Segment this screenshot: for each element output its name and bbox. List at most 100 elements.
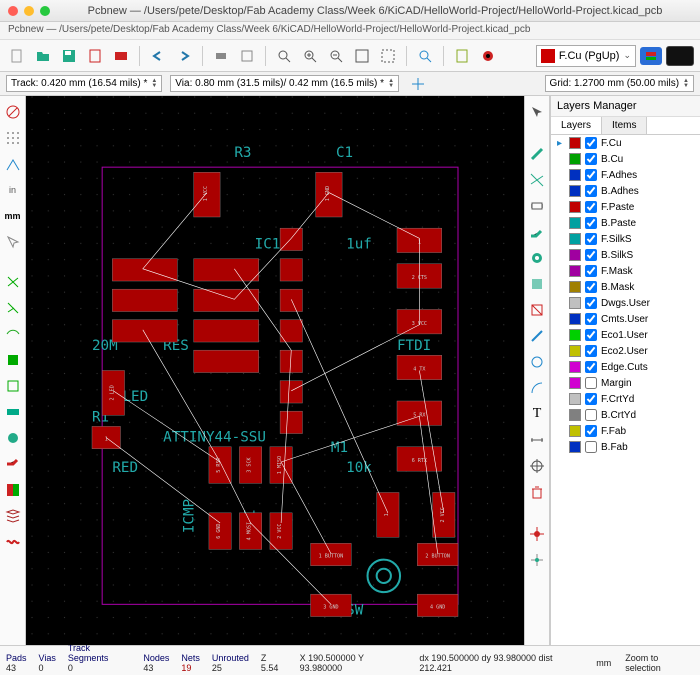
layer-visibility-checkbox[interactable] xyxy=(585,345,597,357)
add-arc-icon[interactable] xyxy=(527,378,547,398)
layer-visibility-checkbox[interactable] xyxy=(585,361,597,373)
layer-row[interactable]: F.Adhes xyxy=(551,167,700,183)
layer-row[interactable]: B.CrtYd xyxy=(551,407,700,423)
tab-items[interactable]: Items xyxy=(602,117,647,134)
layer-visibility-checkbox[interactable] xyxy=(585,265,597,277)
layer-row[interactable]: B.Mask xyxy=(551,279,700,295)
show-zone-outlines-icon[interactable] xyxy=(3,376,23,396)
high-contrast-icon[interactable] xyxy=(3,480,23,500)
find-icon[interactable] xyxy=(414,45,436,67)
add-via-icon[interactable] xyxy=(527,248,547,268)
grid-toggle-icon[interactable] xyxy=(3,128,23,148)
add-zone-icon[interactable] xyxy=(527,274,547,294)
plot-icon[interactable] xyxy=(236,45,258,67)
units-in-icon[interactable]: in xyxy=(3,180,23,200)
maximize-icon[interactable] xyxy=(40,6,50,16)
netlist-icon[interactable] xyxy=(451,45,473,67)
no-tool-icon[interactable] xyxy=(3,102,23,122)
zoom-redraw-icon[interactable] xyxy=(273,45,295,67)
layer-selector[interactable]: F.Cu (PgUp) ⌄ xyxy=(536,45,636,67)
layer-visibility-checkbox[interactable] xyxy=(585,441,597,453)
track-fill-icon[interactable] xyxy=(3,454,23,474)
via-size-select[interactable]: Via: 0.80 mm (31.5 mils)/ 0.42 mm (16.5 … xyxy=(170,75,399,92)
layer-row[interactable]: F.Mask xyxy=(551,263,700,279)
select-tool-icon[interactable] xyxy=(527,102,547,122)
layer-visibility-checkbox[interactable] xyxy=(585,201,597,213)
layer-visibility-checkbox[interactable] xyxy=(585,153,597,165)
layer-row[interactable]: B.Cu xyxy=(551,151,700,167)
layer-visibility-checkbox[interactable] xyxy=(585,249,597,261)
add-keepout-icon[interactable] xyxy=(527,300,547,320)
layer-visibility-checkbox[interactable] xyxy=(585,233,597,245)
pad-fill-icon[interactable] xyxy=(3,402,23,422)
delete-icon[interactable] xyxy=(527,482,547,502)
ratsnest-toggle-icon[interactable] xyxy=(3,272,23,292)
layer-row[interactable]: ▸F.Cu xyxy=(551,135,700,151)
route-track-icon[interactable] xyxy=(527,222,547,242)
minimize-icon[interactable] xyxy=(24,6,34,16)
layer-row[interactable]: Dwgs.User xyxy=(551,295,700,311)
open-icon[interactable] xyxy=(32,45,54,67)
layer-row[interactable]: Margin xyxy=(551,375,700,391)
add-target-icon[interactable] xyxy=(527,456,547,476)
set-origin-icon[interactable] xyxy=(527,524,547,544)
zoom-in-icon[interactable] xyxy=(299,45,321,67)
highlight-net-icon[interactable] xyxy=(527,144,547,164)
layer-visibility-checkbox[interactable] xyxy=(585,281,597,293)
auto-track-icon[interactable] xyxy=(407,73,429,95)
local-ratsnest-icon[interactable] xyxy=(527,170,547,190)
add-line-icon[interactable] xyxy=(527,326,547,346)
layer-visibility-checkbox[interactable] xyxy=(585,217,597,229)
layer-row[interactable]: B.Fab xyxy=(551,439,700,455)
layer-visibility-checkbox[interactable] xyxy=(585,137,597,149)
save-icon[interactable] xyxy=(58,45,80,67)
close-icon[interactable] xyxy=(8,6,18,16)
new-icon[interactable] xyxy=(6,45,28,67)
layer-row[interactable]: Cmts.User xyxy=(551,311,700,327)
tab-layers[interactable]: Layers xyxy=(551,117,602,134)
print-icon[interactable] xyxy=(210,45,232,67)
layer-visibility-checkbox[interactable] xyxy=(585,329,597,341)
add-footprint-icon[interactable] xyxy=(527,196,547,216)
page-settings-icon[interactable] xyxy=(84,45,106,67)
layer-visibility-checkbox[interactable] xyxy=(585,409,597,421)
layer-row[interactable]: Edge.Cuts xyxy=(551,359,700,375)
pcb-canvas[interactable]: R3 C1 IC1 1uf 20M RES LED D1 ATTINY44-SS… xyxy=(26,96,524,645)
layer-row[interactable]: F.SilkS xyxy=(551,231,700,247)
grid-select[interactable]: Grid: 1.2700 mm (50.00 mils) ▲▼ xyxy=(545,75,694,92)
layer-visibility-checkbox[interactable] xyxy=(585,393,597,405)
layers-palette-icon[interactable] xyxy=(3,506,23,526)
cursor-shape-icon[interactable] xyxy=(3,232,23,252)
show-filled-zones-icon[interactable] xyxy=(3,350,23,370)
zoom-selection-icon[interactable] xyxy=(377,45,399,67)
zoom-out-icon[interactable] xyxy=(325,45,347,67)
layer-visibility-checkbox[interactable] xyxy=(585,313,597,325)
layer-pair-icon[interactable] xyxy=(640,47,662,65)
layer-row[interactable]: B.Adhes xyxy=(551,183,700,199)
ratsnest-module-icon[interactable] xyxy=(3,298,23,318)
3d-viewer-icon[interactable] xyxy=(666,46,694,66)
auto-delete-track-icon[interactable] xyxy=(3,324,23,344)
layer-row[interactable]: F.Fab xyxy=(551,423,700,439)
track-width-select[interactable]: Track: 0.420 mm (16.54 mils) * ▲▼ xyxy=(6,75,162,92)
zoom-fit-icon[interactable] xyxy=(351,45,373,67)
polar-coord-icon[interactable] xyxy=(3,154,23,174)
layer-row[interactable]: Eco1.User xyxy=(551,327,700,343)
layer-row[interactable]: F.CrtYd xyxy=(551,391,700,407)
module-editor-icon[interactable] xyxy=(110,45,132,67)
layer-visibility-checkbox[interactable] xyxy=(585,297,597,309)
undo-icon[interactable] xyxy=(147,45,169,67)
layer-row[interactable]: B.Paste xyxy=(551,215,700,231)
via-fill-icon[interactable] xyxy=(3,428,23,448)
layer-visibility-checkbox[interactable] xyxy=(585,377,597,389)
drc-icon[interactable] xyxy=(477,45,499,67)
layer-visibility-checkbox[interactable] xyxy=(585,425,597,437)
add-circle-icon[interactable] xyxy=(527,352,547,372)
layer-visibility-checkbox[interactable] xyxy=(585,185,597,197)
redo-icon[interactable] xyxy=(173,45,195,67)
add-text-icon[interactable]: T xyxy=(527,404,547,424)
layer-row[interactable]: Eco2.User xyxy=(551,343,700,359)
layer-visibility-checkbox[interactable] xyxy=(585,169,597,181)
units-mm-icon[interactable]: mm xyxy=(3,206,23,226)
microwave-toolbar-icon[interactable] xyxy=(3,532,23,552)
